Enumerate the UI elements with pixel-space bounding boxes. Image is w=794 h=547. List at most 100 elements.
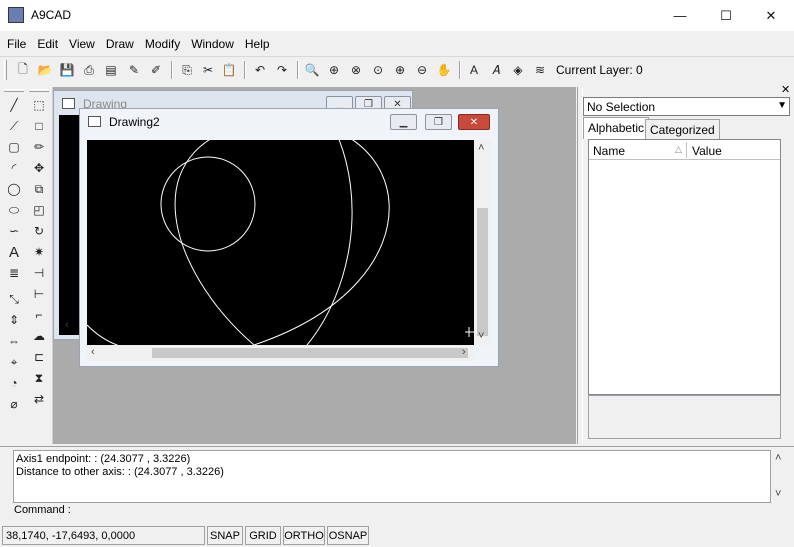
close-icon[interactable]: ✕ [781, 83, 790, 96]
scroll-left-icon[interactable]: ‹ [91, 346, 95, 358]
print-preview-icon[interactable]: ▤ [101, 60, 121, 80]
tab-alphabetic[interactable]: Alphabetic [583, 117, 650, 139]
dimension-vertical-icon[interactable]: ⇕ [4, 310, 24, 330]
close-button[interactable]: ✕ [458, 114, 490, 130]
vertical-scrollbar[interactable]: ˄ ˅ [474, 140, 491, 345]
stretch-icon[interactable]: ⊏ [29, 347, 49, 367]
drawing-canvas[interactable] [86, 119, 474, 351]
dimension-angle-icon[interactable]: ⌖ [4, 352, 24, 372]
move-icon[interactable]: ✥ [29, 158, 49, 178]
mirror-icon[interactable]: ⧗ [29, 368, 49, 388]
property-grid[interactable]: Name △ Value [588, 139, 781, 395]
osnap-toggle[interactable]: OSNAP [327, 526, 369, 545]
minimize-button[interactable]: ▁ [390, 114, 417, 130]
explode-icon[interactable]: ✷ [29, 242, 49, 262]
spline-icon[interactable]: ∽ [4, 221, 24, 241]
tab-categorized[interactable]: Categorized [645, 119, 720, 139]
open-icon[interactable]: 📂 [35, 60, 55, 80]
curve-shape[interactable] [306, 129, 353, 346]
rectangle-icon[interactable]: ▢ [4, 137, 24, 157]
toolbar-grip[interactable] [4, 89, 24, 92]
menu-modify[interactable]: Modify [141, 33, 184, 55]
text-style-icon[interactable]: A [464, 60, 484, 80]
text-edit-icon[interactable]: 𝐴 [486, 60, 506, 80]
save-icon[interactable]: 💾 [57, 60, 77, 80]
ellipse-icon[interactable]: ⬭ [4, 200, 24, 220]
close-button[interactable]: ✕ [748, 0, 794, 31]
scroll-up-icon[interactable]: ˄ [478, 142, 484, 154]
menu-view[interactable]: View [65, 33, 99, 55]
zoom-in-icon[interactable]: ⊕ [390, 60, 410, 80]
zoom-previous-icon[interactable]: ⊙ [368, 60, 388, 80]
scroll-down-icon[interactable]: ˅ [775, 488, 781, 500]
properties-icon[interactable]: ✏ [29, 137, 49, 157]
horizontal-scrollbar[interactable]: ‹ › [87, 345, 474, 361]
snap-toggle[interactable]: SNAP [207, 526, 243, 545]
dimension-linear-icon[interactable]: ⤡ [4, 289, 24, 309]
text-icon[interactable]: A [4, 242, 24, 262]
menu-file[interactable]: File [3, 33, 30, 55]
zoom-all-icon[interactable]: ⊗ [346, 60, 366, 80]
line-icon[interactable]: ╱ [4, 95, 24, 115]
erase-icon[interactable]: □ [29, 116, 49, 136]
column-value[interactable]: Value [692, 144, 722, 158]
pen-tool-icon[interactable]: ✐ [146, 60, 166, 80]
layer-props-icon[interactable]: ◈ [508, 60, 528, 80]
panel-splitter[interactable] [577, 87, 583, 444]
selection-dropdown[interactable]: No Selection ▼ [583, 97, 790, 116]
ellipse-shape[interactable] [174, 119, 390, 346]
scroll-left-icon[interactable]: ‹ [65, 319, 69, 331]
zoom-out-icon[interactable]: ⊖ [412, 60, 432, 80]
ortho-toggle[interactable]: ORTHO [283, 526, 325, 545]
extend-icon[interactable]: ⊢ [29, 284, 49, 304]
hatch-icon[interactable]: ≣ [4, 263, 24, 283]
column-divider[interactable] [686, 142, 687, 158]
scroll-up-icon[interactable]: ˄ [775, 452, 781, 464]
copy-object-icon[interactable]: ⧉ [29, 179, 49, 199]
scroll-thumb[interactable] [152, 348, 468, 358]
rotate-icon[interactable]: ↻ [29, 221, 49, 241]
pan-icon[interactable]: ✋ [434, 60, 454, 80]
fillet-icon[interactable]: ⌐ [29, 305, 49, 325]
circle-icon[interactable]: ◯ [4, 179, 24, 199]
toolbar-grip[interactable] [4, 60, 7, 80]
menu-edit[interactable]: Edit [33, 33, 62, 55]
polyline-icon[interactable]: ⟋ [4, 116, 24, 136]
pen-icon[interactable]: ✎ [124, 60, 144, 80]
restore-button[interactable]: ❐ [425, 114, 452, 130]
paste-icon[interactable]: 📋 [219, 60, 239, 80]
dimension-diameter-icon[interactable]: ⌀ [4, 394, 24, 414]
toolbar-grip[interactable] [29, 89, 49, 92]
scale-icon[interactable]: ◰ [29, 200, 49, 220]
cut-icon[interactable]: ✂ [198, 60, 218, 80]
arc-icon[interactable]: ◜ [4, 158, 24, 178]
dimension-radius-icon[interactable]: ◔ [4, 373, 24, 393]
dimension-aligned-icon[interactable]: ⇔ [4, 331, 24, 351]
window-titlebar[interactable]: Drawing2 ▁ ❐ ✕ [80, 109, 498, 135]
drawing-window-front[interactable]: Drawing2 ▁ ❐ ✕ ˄ ˅ ‹ › [79, 108, 499, 367]
redo-icon[interactable]: ↷ [272, 60, 292, 80]
grid-toggle[interactable]: GRID [245, 526, 281, 545]
menu-draw[interactable]: Draw [102, 33, 138, 55]
scroll-down-icon[interactable]: ˅ [478, 330, 484, 342]
array-icon[interactable]: ⇄ [29, 389, 49, 409]
arc-shape[interactable] [86, 324, 148, 351]
layers-icon[interactable]: ≋ [530, 60, 550, 80]
zoom-extents-icon[interactable]: 🔍 [302, 60, 322, 80]
undo-icon[interactable]: ↶ [250, 60, 270, 80]
scroll-right-icon[interactable]: › [462, 346, 466, 358]
chevron-down-icon[interactable]: ▼ [777, 100, 787, 111]
minimize-button[interactable]: — [657, 0, 703, 31]
command-prompt[interactable]: Command : [14, 504, 71, 516]
maximize-button[interactable]: ☐ [703, 0, 749, 31]
trim-icon[interactable]: ⊣ [29, 263, 49, 283]
new-icon[interactable]: 🗋 [13, 60, 33, 80]
cloud-icon[interactable]: ☁ [29, 326, 49, 346]
copy-icon[interactable]: ⎘ [177, 60, 197, 80]
print-icon[interactable]: ⎙ [79, 60, 99, 80]
menu-window[interactable]: Window [187, 33, 238, 55]
scroll-thumb[interactable] [477, 208, 488, 336]
command-scrollbar[interactable]: ˄ ˅ [771, 450, 788, 503]
menu-help[interactable]: Help [241, 33, 274, 55]
select-icon[interactable]: ⬚ [29, 95, 49, 115]
